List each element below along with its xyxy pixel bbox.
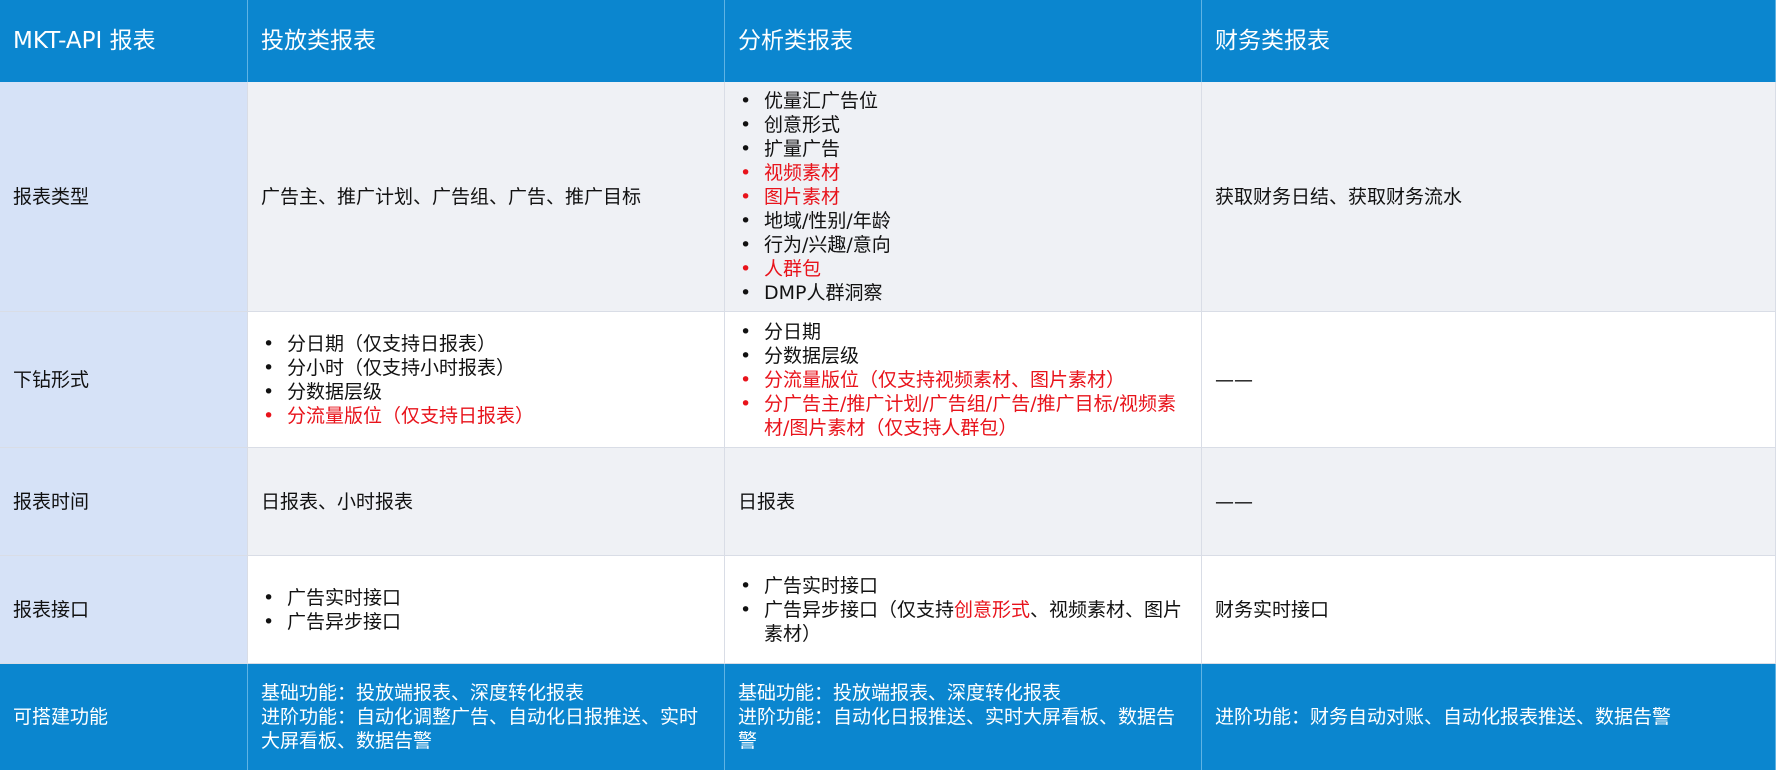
row-label-drill-down: 下钻形式 (0, 312, 248, 448)
row-label-report-time: 报表时间 (0, 448, 248, 556)
time-delivery: 日报表、小时报表 (248, 448, 725, 556)
drill-analysis-list: 分日期 分数据层级 分流量版位（仅支持视频素材、图片素材） 分广告主/推广计划/… (738, 320, 1188, 440)
list-item: 扩量广告 (738, 137, 1188, 161)
list-item: 分小时（仅支持小时报表） (261, 356, 711, 380)
cell-text: 日报表、小时报表 (261, 490, 414, 513)
cell-text: 日报表 (738, 490, 796, 513)
features-analysis: 基础功能：投放端报表、深度转化报表 进阶功能：自动化日报推送、实时大屏看板、数据… (725, 664, 1202, 770)
report-type-analysis-list: 优量汇广告位 创意形式 扩量广告 视频素材 图片素材 地域/性别/年龄 行为/兴… (738, 89, 1188, 305)
list-item: 分日期（仅支持日报表） (261, 332, 711, 356)
list-item: DMP人群洞察 (738, 281, 1188, 305)
list-item: 分日期 (738, 320, 1188, 344)
interface-finance: 财务实时接口 (1202, 556, 1776, 664)
header-analysis-reports: 分析类报表 (725, 0, 1202, 82)
list-item: 行为/兴趣/意向 (738, 233, 1188, 257)
features-advanced: 进阶功能：自动化日报推送、实时大屏看板、数据告警 (738, 706, 1176, 752)
interface-delivery: 广告实时接口 广告异步接口 (248, 556, 725, 664)
list-item: 人群包 (738, 257, 1188, 281)
time-finance: —— (1202, 448, 1776, 556)
features-advanced: 进阶功能：财务自动对账、自动化报表推送、数据告警 (1215, 706, 1672, 728)
header-analysis-text: 分析类报表 (738, 28, 853, 54)
row-label-report-type: 报表类型 (0, 82, 248, 312)
list-item: 分流量版位（仅支持视频素材、图片素材） (738, 368, 1188, 392)
header-delivery-text: 投放类报表 (261, 28, 376, 54)
list-item: 分数据层级 (261, 380, 711, 404)
list-item: 地域/性别/年龄 (738, 209, 1188, 233)
report-type-finance: 获取财务日结、获取财务流水 (1202, 82, 1776, 312)
interface-analysis-list: 广告实时接口 广告异步接口（仅支持创意形式、视频素材、图片素材） (738, 574, 1188, 646)
cell-text: 财务实时接口 (1215, 598, 1330, 621)
list-item: 广告异步接口（仅支持创意形式、视频素材、图片素材） (738, 598, 1188, 646)
header-finance-text: 财务类报表 (1215, 28, 1330, 54)
row-label-text: 下钻形式 (13, 368, 90, 391)
cell-text: —— (1215, 490, 1253, 513)
item-prefix: 广告异步接口（仅支持 (764, 598, 955, 621)
header-corner-text: MKT-API 报表 (13, 28, 156, 54)
list-item: 分广告主/推广计划/广告组/广告/推广目标/视频素材/图片素材（仅支持人群包） (738, 392, 1188, 440)
list-item: 视频素材 (738, 161, 1188, 185)
row-label-text: 报表接口 (13, 598, 90, 621)
item-highlight: 创意形式 (954, 598, 1031, 621)
drill-analysis: 分日期 分数据层级 分流量版位（仅支持视频素材、图片素材） 分广告主/推广计划/… (725, 312, 1202, 448)
cell-text: 获取财务日结、获取财务流水 (1215, 185, 1463, 208)
list-item: 优量汇广告位 (738, 89, 1188, 113)
cell-text: 广告主、推广计划、广告组、广告、推广目标 (261, 185, 642, 208)
list-item: 图片素材 (738, 185, 1188, 209)
features-finance: 进阶功能：财务自动对账、自动化报表推送、数据告警 (1202, 664, 1776, 770)
header-finance-reports: 财务类报表 (1202, 0, 1776, 82)
drill-delivery: 分日期（仅支持日报表） 分小时（仅支持小时报表） 分数据层级 分流量版位（仅支持… (248, 312, 725, 448)
list-item: 广告实时接口 (261, 586, 711, 610)
features-delivery: 基础功能：投放端报表、深度转化报表 进阶功能：自动化调整广告、自动化日报推送、实… (248, 664, 725, 770)
list-item: 分流量版位（仅支持日报表） (261, 404, 711, 428)
features-advanced: 进阶功能：自动化调整广告、自动化日报推送、实时大屏看板、数据告警 (261, 706, 699, 752)
list-item: 广告实时接口 (738, 574, 1188, 598)
features-basic: 基础功能：投放端报表、深度转化报表 (738, 682, 1062, 704)
row-label-features: 可搭建功能 (0, 664, 248, 770)
row-label-report-interface: 报表接口 (0, 556, 248, 664)
row-label-text: 报表时间 (13, 490, 90, 513)
row-label-text: 可搭建功能 (13, 706, 109, 728)
drill-finance: —— (1202, 312, 1776, 448)
report-type-delivery: 广告主、推广计划、广告组、广告、推广目标 (248, 82, 725, 312)
report-comparison-table: MKT-API 报表 投放类报表 分析类报表 财务类报表 报表类型 广告主、推广… (0, 0, 1776, 770)
cell-text: —— (1215, 368, 1253, 391)
interface-delivery-list: 广告实时接口 广告异步接口 (261, 586, 711, 634)
row-label-text: 报表类型 (13, 185, 90, 208)
header-delivery-reports: 投放类报表 (248, 0, 725, 82)
drill-delivery-list: 分日期（仅支持日报表） 分小时（仅支持小时报表） 分数据层级 分流量版位（仅支持… (261, 332, 711, 428)
list-item: 创意形式 (738, 113, 1188, 137)
interface-analysis: 广告实时接口 广告异步接口（仅支持创意形式、视频素材、图片素材） (725, 556, 1202, 664)
time-analysis: 日报表 (725, 448, 1202, 556)
list-item: 广告异步接口 (261, 610, 711, 634)
header-corner: MKT-API 报表 (0, 0, 248, 82)
report-type-analysis: 优量汇广告位 创意形式 扩量广告 视频素材 图片素材 地域/性别/年龄 行为/兴… (725, 82, 1202, 312)
features-basic: 基础功能：投放端报表、深度转化报表 (261, 682, 585, 704)
list-item: 分数据层级 (738, 344, 1188, 368)
